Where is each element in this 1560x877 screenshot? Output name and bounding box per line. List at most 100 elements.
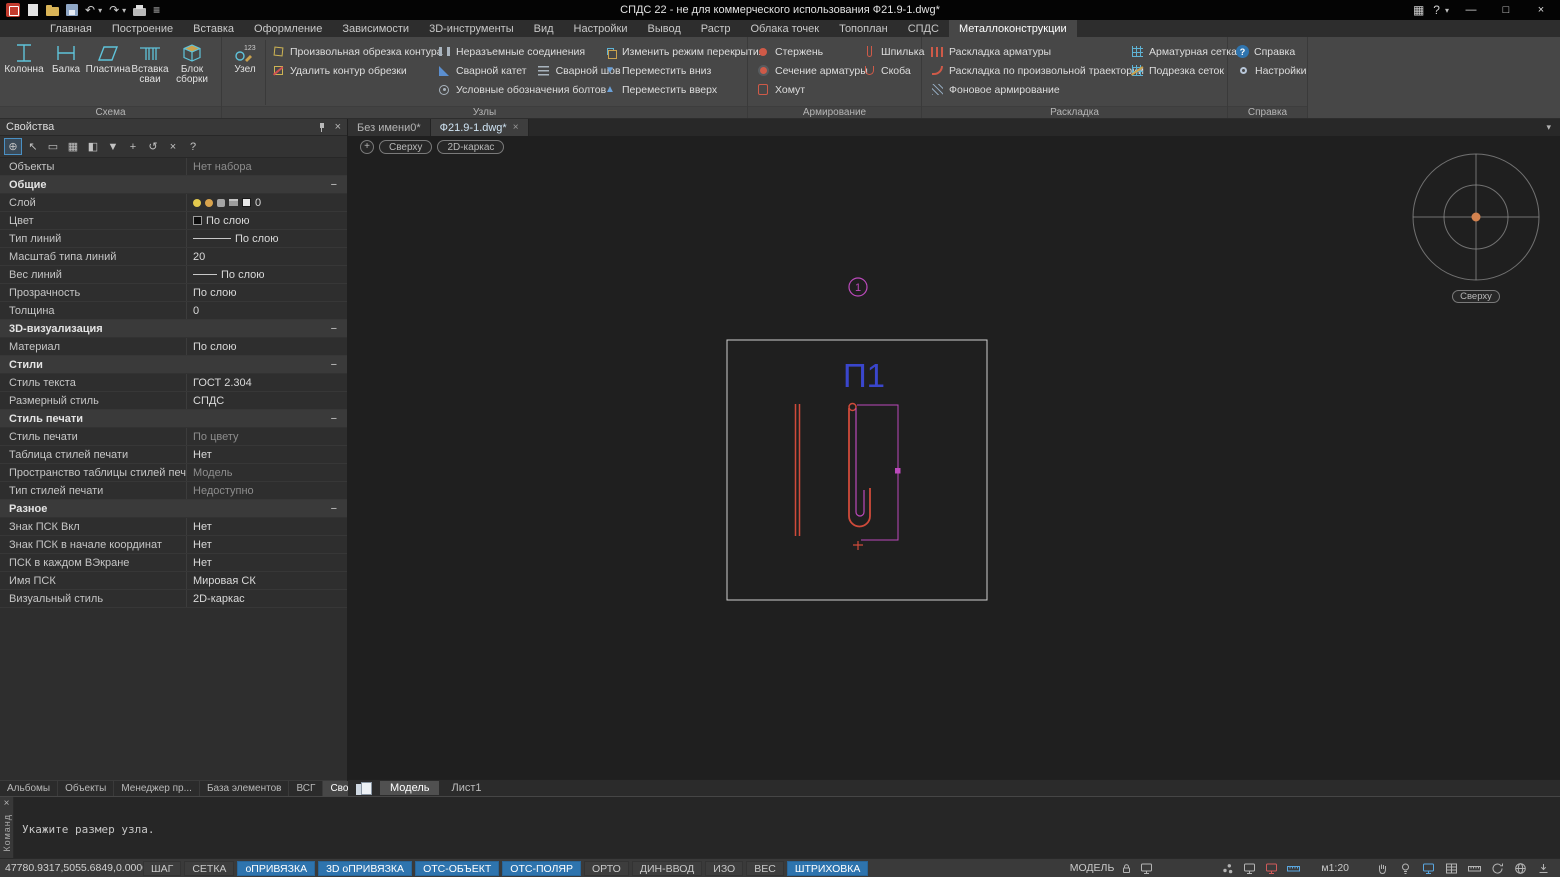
help-button[interactable]: ?Справка — [1231, 42, 1304, 61]
stirrup-button[interactable]: Хомут — [751, 80, 857, 99]
weld-fillet-button[interactable]: Сварной катет — [432, 61, 532, 80]
layer-color-swatch[interactable] — [242, 198, 251, 207]
open-file-icon[interactable] — [46, 7, 59, 16]
app-logo[interactable] — [6, 3, 20, 17]
command-history[interactable]: Укажите размер узла. Укажите позицию узл… — [22, 800, 1552, 856]
menu-tab[interactable]: Вид — [524, 20, 564, 37]
property-section-header[interactable]: 3D-визуализация− — [0, 320, 347, 338]
property-row-dim-style[interactable]: Размерный стиль СПДС — [0, 392, 347, 410]
property-section-header[interactable]: Стиль печати− — [0, 410, 347, 428]
property-value[interactable]: 0 — [186, 194, 347, 211]
layer-on-icon[interactable] — [193, 199, 201, 207]
property-value[interactable]: ГОСТ 2.304 — [186, 374, 347, 391]
rebar-layout-button[interactable]: Раскладка арматуры — [925, 42, 1125, 61]
tab-manager[interactable]: Менеджер пр... — [114, 781, 200, 796]
download-icon[interactable] — [1536, 861, 1551, 876]
layout-tab-sheet1[interactable]: Лист1 — [441, 781, 491, 795]
minimize-button[interactable]: — — [1458, 4, 1484, 16]
visual-style-control[interactable]: 2D-каркас — [437, 140, 504, 154]
monitor-icon[interactable] — [1421, 861, 1436, 876]
collapse-icon[interactable]: − — [331, 179, 337, 191]
rebar-bar[interactable] — [796, 404, 800, 536]
command-tab-label[interactable]: Команд — [2, 814, 12, 852]
layer-freeze-icon[interactable] — [205, 199, 213, 207]
layout-tab-model[interactable]: Модель — [380, 781, 439, 795]
property-value[interactable]: По слою — [186, 212, 347, 229]
toggle-ortho[interactable]: ОРТО — [584, 861, 629, 876]
ruler-icon[interactable] — [1467, 861, 1482, 876]
move-down-button[interactable]: ▼Переместить вниз — [598, 61, 744, 80]
property-section-header[interactable]: Общие− — [0, 176, 347, 194]
quick-select-icon[interactable]: ⊕ — [4, 138, 22, 155]
node-button[interactable]: 123 Узел — [225, 40, 266, 105]
property-value[interactable]: Нет — [186, 518, 347, 535]
toggle-iso[interactable]: ИЗО — [705, 861, 743, 876]
workspace-grid-icon[interactable]: ▦ — [1413, 3, 1424, 17]
pan-hand-icon[interactable] — [1375, 861, 1390, 876]
property-row-text-style[interactable]: Стиль текста ГОСТ 2.304 — [0, 374, 347, 392]
rebar-section-button[interactable]: Сечение арматуры — [751, 61, 857, 80]
menu-tab[interactable]: Оформление — [244, 20, 332, 37]
mesh-trim-button[interactable]: Подрезка сеток — [1125, 61, 1225, 80]
column-button[interactable]: Колонна — [3, 40, 45, 105]
property-value[interactable]: По слою — [186, 338, 347, 355]
layer-lock-icon[interactable] — [217, 199, 225, 207]
select-cursor-icon[interactable]: ↖ — [24, 138, 42, 155]
drawing-content[interactable]: П1 1 — [348, 136, 1560, 779]
property-row-transparency[interactable]: Прозрачность По слою — [0, 284, 347, 302]
command-close-icon[interactable]: × — [4, 798, 10, 809]
customize-toolbar-icon[interactable]: ≡ — [153, 3, 160, 17]
hairpin-outline[interactable] — [849, 408, 870, 527]
crop-contour-button[interactable]: Произвольная обрезка контура — [266, 42, 432, 61]
drawing-canvas[interactable]: + Сверху 2D-каркас Сверху П1 — [348, 136, 1560, 779]
property-value[interactable]: По слою — [186, 284, 347, 301]
compass-view-button[interactable]: Сверху — [1452, 290, 1500, 303]
assembly-block-button[interactable]: Блок сборки — [171, 40, 213, 105]
property-row-plot-style[interactable]: Стиль печати По цвету — [0, 428, 347, 446]
hairpin-axis[interactable] — [856, 408, 864, 516]
menu-tab[interactable]: Облака точек — [741, 20, 830, 37]
annotation-scale-value[interactable]: м1:20 — [1321, 862, 1349, 874]
move-up-button[interactable]: ▲Переместить вверх — [598, 80, 744, 99]
undo-dropdown-icon[interactable]: ▾ — [98, 6, 102, 15]
select-window-icon[interactable]: ▭ — [44, 138, 62, 155]
delete-crop-contour-button[interactable]: Удалить контур обрезки — [266, 61, 432, 80]
menu-tab[interactable]: Топоплан — [829, 20, 898, 37]
property-row-ucs-name[interactable]: Имя ПСК Мировая СК — [0, 572, 347, 590]
menu-tab[interactable]: Главная — [40, 20, 102, 37]
property-value[interactable]: По слою — [186, 266, 347, 283]
help-icon[interactable]: ? — [1433, 3, 1440, 17]
property-row-plot-table-space[interactable]: Пространство таблицы стилей печати Модел… — [0, 464, 347, 482]
properties-panel-header[interactable]: Свойства × — [0, 119, 347, 136]
command-window[interactable]: × Команд Укажите размер узла. Укажите по… — [0, 796, 1560, 858]
screen-grid-icon[interactable] — [1444, 861, 1459, 876]
rebar-button[interactable]: Стержень — [751, 42, 857, 61]
property-value[interactable]: 20 — [186, 248, 347, 265]
view-direction-control[interactable]: Сверху — [379, 140, 432, 154]
menu-tab[interactable]: Вывод — [637, 20, 690, 37]
add-selection-icon[interactable]: + — [124, 138, 142, 155]
property-row-ucs-per-viewport[interactable]: ПСК в каждом ВЭкране Нет — [0, 554, 347, 572]
toggle-lineweight[interactable]: ВЕС — [746, 861, 784, 876]
property-row-thickness[interactable]: Толщина 0 — [0, 302, 347, 320]
panel-close-icon[interactable]: × — [335, 121, 341, 133]
property-row-color[interactable]: Цвет По слою — [0, 212, 347, 230]
toggle-osnap[interactable]: оПРИВЯЗКА — [237, 861, 315, 876]
collapse-icon[interactable]: − — [331, 503, 337, 515]
collapse-icon[interactable]: − — [331, 323, 337, 335]
menu-tab[interactable]: Вставка — [183, 20, 244, 37]
property-row-ucs-icon-origin[interactable]: Знак ПСК в начале координат Нет — [0, 536, 347, 554]
property-row-layer[interactable]: Слой 0 — [0, 194, 347, 212]
annotation-scale-icon[interactable] — [1286, 861, 1301, 876]
property-row-visual-style[interactable]: Визуальный стиль 2D-каркас — [0, 590, 347, 608]
property-value[interactable]: СПДС — [186, 392, 347, 409]
plate-button[interactable]: Пластина — [87, 40, 129, 105]
help-dropdown-icon[interactable]: ▾ — [1445, 6, 1449, 15]
anchor-mark[interactable] — [853, 541, 863, 550]
hairpin-top-loop[interactable] — [849, 404, 856, 411]
document-tab-active[interactable]: Ф21.9-1.dwg* × — [431, 119, 529, 136]
color-swatch[interactable] — [193, 216, 202, 225]
software-rendering-icon[interactable] — [1242, 861, 1257, 876]
selection-box[interactable] — [857, 405, 898, 540]
grip-point[interactable] — [895, 468, 901, 474]
